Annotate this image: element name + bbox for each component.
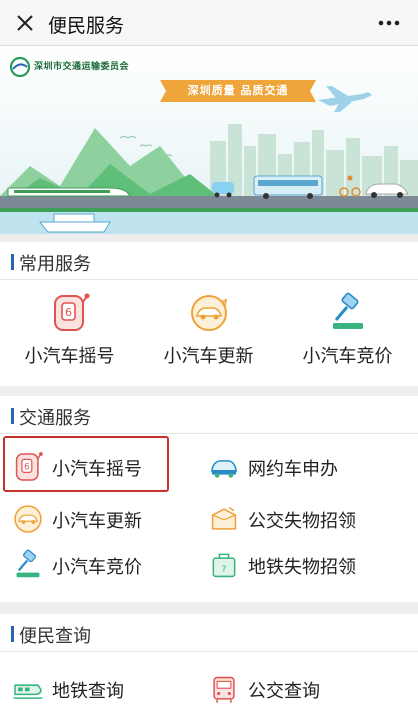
item-label: 地铁失物招领 — [248, 557, 356, 578]
section-accent-bar — [11, 626, 14, 642]
metro-train-icon — [13, 684, 43, 699]
item-label: 小汽车竞价 — [302, 346, 393, 367]
query-item-metro[interactable]: 地铁查询 — [12, 666, 162, 712]
svg-text:6: 6 — [65, 306, 72, 319]
bus-icon — [213, 676, 235, 703]
section-header: 交通服务 — [0, 396, 418, 434]
item-label: 公交查询 — [248, 681, 320, 702]
common-item-car-lottery[interactable]: 6 小汽车摇号 — [0, 292, 139, 368]
car-renew-icon — [14, 505, 42, 533]
section-title: 交通服务 — [19, 408, 91, 429]
item-label: 地铁查询 — [52, 681, 124, 702]
page-title: 便民服务 — [48, 15, 125, 37]
highlight-box — [3, 436, 169, 492]
item-label: 小汽车摇号 — [24, 346, 115, 367]
section-accent-bar — [11, 254, 14, 270]
auction-gavel-icon — [16, 549, 40, 578]
traffic-item-car-auction[interactable]: 小汽车竞价 — [12, 542, 162, 588]
query-section: 便民查询 地铁查询 公交查询 — [0, 614, 418, 712]
banner[interactable]: 深圳市交通运输委员会 深圳质量 品质交通 — [0, 46, 418, 234]
traffic-item-metro-lost-found[interactable]: ? 地铁失物招领 — [208, 542, 388, 588]
item-label: 网约车申办 — [248, 459, 338, 480]
train-icon — [7, 187, 131, 197]
common-item-car-auction[interactable]: 小汽车竞价 — [278, 292, 417, 368]
traffic-item-car-renew[interactable]: 小汽车更新 — [12, 496, 162, 542]
item-label: 小汽车竞价 — [52, 557, 142, 578]
ride-hailing-car-icon — [210, 460, 238, 478]
section-title: 常用服务 — [19, 254, 91, 275]
item-label: 小汽车更新 — [52, 511, 142, 532]
common-item-car-renew[interactable]: 小汽车更新 — [139, 292, 278, 368]
svg-text:?: ? — [222, 565, 227, 575]
traffic-item-ride-hailing[interactable]: 网约车申办 — [208, 444, 388, 490]
slogan: 深圳质量 品质交通 — [187, 84, 289, 97]
more-dots-icon[interactable] — [372, 8, 406, 38]
common-services-section: 常用服务 6 小汽车摇号 小汽车更新 小汽车竞价 — [0, 242, 418, 386]
item-label: 公交失物招领 — [248, 511, 356, 532]
traffic-services-section: 交通服务 6 小汽车摇号 小汽车更新 小汽车竞价 网约车申办 公交失物招领 ? … — [0, 396, 418, 602]
section-title: 便民查询 — [19, 626, 91, 647]
traffic-item-bus-lost-found[interactable]: 公交失物招领 — [208, 496, 388, 542]
lost-box-icon — [211, 506, 237, 530]
car-renew-icon — [190, 295, 227, 331]
section-header: 便民查询 — [0, 614, 418, 652]
org-name: 深圳市交通运输委员会 — [34, 62, 130, 72]
item-label: 小汽车更新 — [163, 346, 254, 367]
auction-gavel-icon — [332, 292, 363, 329]
section-accent-bar — [11, 408, 14, 424]
query-item-bus[interactable]: 公交查询 — [208, 666, 388, 712]
lottery-machine-icon: 6 — [53, 293, 89, 331]
close-icon[interactable] — [10, 8, 40, 38]
metro-lost-bag-icon: ? — [212, 553, 236, 578]
section-header: 常用服务 — [0, 242, 418, 280]
top-bar: 便民服务 — [0, 0, 418, 46]
